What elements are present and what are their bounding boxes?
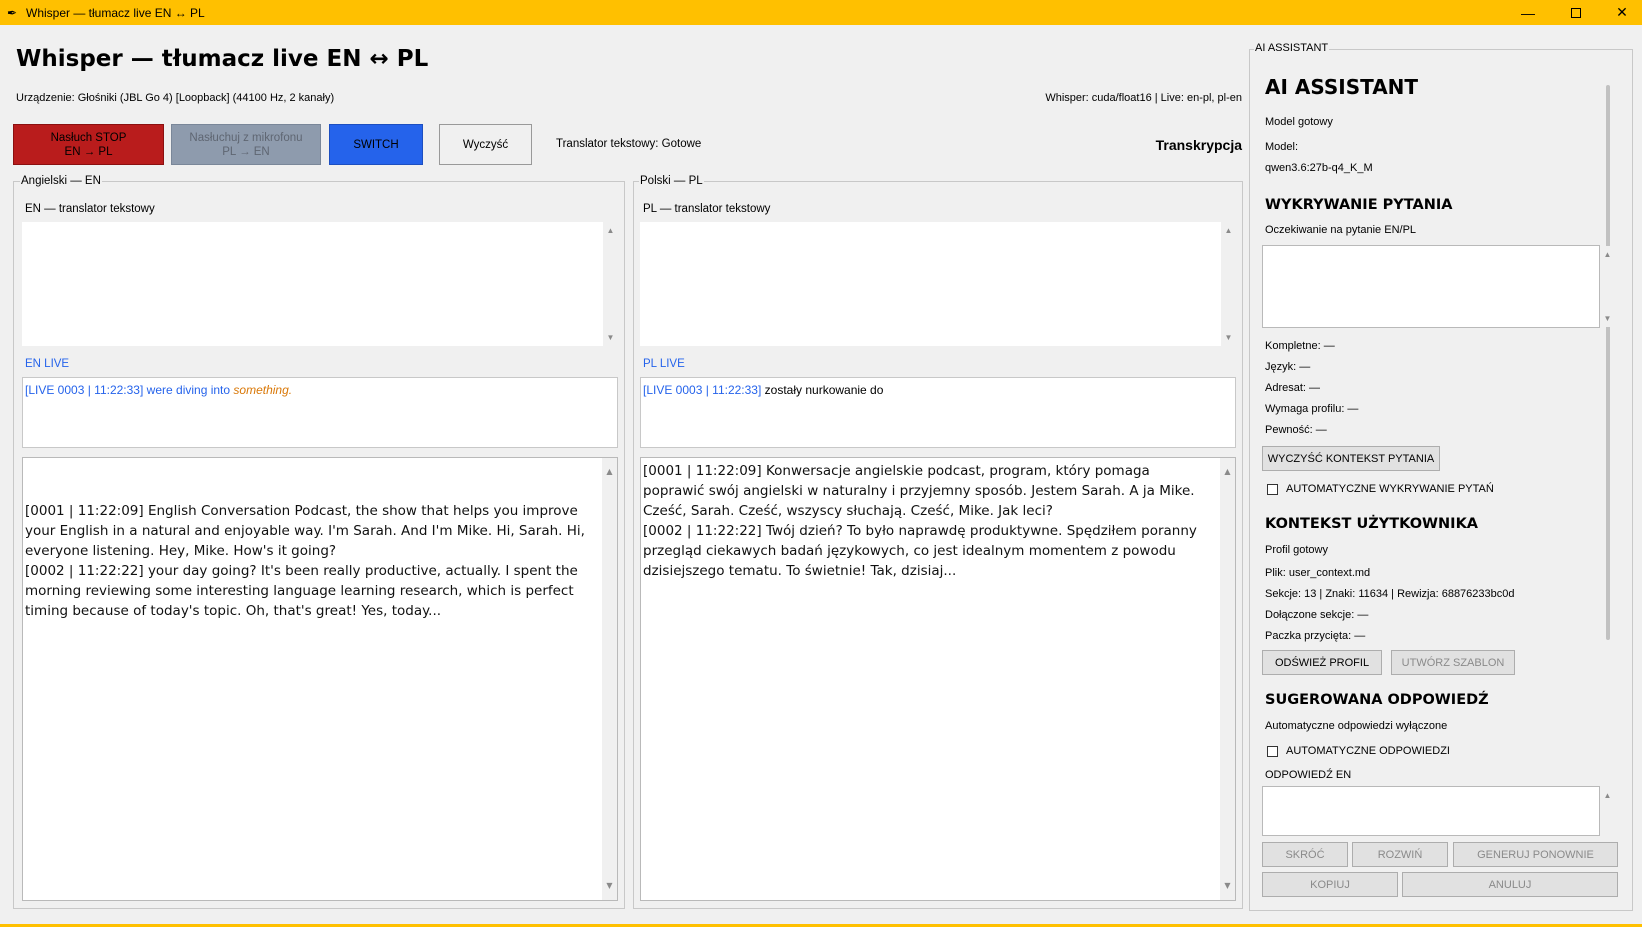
- answer-scrollbar[interactable]: ▲: [1600, 787, 1615, 835]
- answer-status: Automatyczne odpowiedzi wyłączone: [1265, 720, 1448, 732]
- expand-button[interactable]: ROZWIŃ: [1352, 842, 1448, 867]
- clear-question-context-button[interactable]: WYCZYŚĆ KONTEKST PYTANIA: [1262, 446, 1440, 471]
- ai-model-label: Model:: [1265, 141, 1299, 153]
- ai-model-name: qwen3.6:27b-q4_K_M: [1265, 162, 1373, 174]
- scroll-up-icon[interactable]: ▲: [1221, 226, 1236, 235]
- switch-button[interactable]: SWITCH: [329, 124, 423, 165]
- question-complete: Kompletne: —: [1265, 340, 1335, 352]
- page-title: Whisper — tłumacz live EN ↔ PL: [16, 46, 429, 72]
- ai-title: AI ASSISTANT: [1265, 75, 1419, 99]
- pl-live-text: zostały nurkowanie do: [764, 383, 884, 397]
- ai-frame-label: AI ASSISTANT: [1254, 42, 1330, 54]
- en-live-timestamp: [LIVE 0003 | 11:22:33]: [25, 383, 144, 397]
- pl-translator-input[interactable]: ▲ ▼: [640, 222, 1236, 346]
- minimize-icon: —: [1521, 4, 1535, 21]
- question-heading: WYKRYWANIE PYTANIA: [1265, 197, 1453, 213]
- pl-translator-scrollbar[interactable]: ▲ ▼: [1221, 222, 1236, 346]
- en-translator-label: EN — translator tekstowy: [25, 203, 155, 215]
- en-live-label: EN LIVE: [25, 358, 70, 370]
- feather-icon: ✒: [6, 5, 18, 20]
- shorten-button[interactable]: SKRÓĆ: [1262, 842, 1348, 867]
- scroll-up-icon[interactable]: ▲: [1600, 791, 1615, 800]
- translator-status: Translator tekstowy: Gotowe: [556, 138, 702, 150]
- pl-live-box[interactable]: [LIVE 0003 | 11:22:33] zostały nurkowani…: [640, 377, 1236, 448]
- pl-live-label: PL LIVE: [643, 358, 685, 370]
- pl-transcript-scrollbar[interactable]: ▲ ▼: [1220, 458, 1235, 900]
- suggested-answer-heading: SUGEROWANA ODPOWIEDŹ: [1265, 692, 1489, 708]
- window-title: Whisper — tłumacz live EN ↔ PL: [26, 5, 205, 20]
- en-live-text: were diving into: [146, 383, 231, 397]
- pl-translator-label: PL — translator tekstowy: [643, 203, 771, 215]
- ai-panel-scrollbar[interactable]: [1606, 85, 1610, 640]
- scroll-up-icon[interactable]: ▲: [1600, 250, 1615, 259]
- listen-microphone-line1: Nasłuchuj z mikrofonu: [189, 131, 303, 144]
- english-group-label: Angielski — EN: [20, 175, 102, 187]
- auto-detect-label: AUTOMATYCZNE WYKRYWANIE PYTAŃ: [1286, 483, 1494, 495]
- scroll-down-icon[interactable]: ▼: [602, 876, 617, 896]
- auto-answer-checkbox-row[interactable]: AUTOMATYCZNE ODPOWIEDZI: [1267, 745, 1450, 757]
- copy-button[interactable]: KOPIUJ: [1262, 872, 1398, 897]
- pl-transcript-text: [0001 | 11:22:09] Konwersacje angielskie…: [643, 463, 1197, 579]
- en-transcript[interactable]: [0001 | 11:22:09] English Conversation P…: [22, 457, 618, 901]
- auto-answer-label: AUTOMATYCZNE ODPOWIEDZI: [1286, 745, 1450, 757]
- transcription-label: Transkrypcja: [1155, 137, 1242, 153]
- listen-stop-button[interactable]: Nasłuch STOP EN → PL: [13, 124, 164, 165]
- listen-microphone-line2: PL → EN: [222, 145, 270, 158]
- question-textbox[interactable]: ▲ ▼: [1262, 245, 1615, 328]
- profile-stats: Sekcje: 13 | Znaki: 11634 | Rewizja: 688…: [1265, 588, 1515, 600]
- maximize-button[interactable]: [1553, 0, 1599, 25]
- auto-detect-checkbox-row[interactable]: AUTOMATYCZNE WYKRYWANIE PYTAŃ: [1267, 483, 1494, 495]
- regenerate-button[interactable]: GENERUJ PONOWNIE: [1453, 842, 1618, 867]
- listen-stop-line2: EN → PL: [64, 145, 113, 158]
- pl-live-timestamp: [LIVE 0003 | 11:22:33]: [643, 383, 762, 397]
- question-language: Język: —: [1265, 361, 1311, 373]
- auto-answer-checkbox[interactable]: [1267, 745, 1278, 757]
- question-scrollbar[interactable]: ▲ ▼: [1600, 246, 1615, 327]
- scroll-up-icon[interactable]: ▲: [602, 462, 617, 482]
- question-status: Oczekiwanie na pytanie EN/PL: [1265, 224, 1417, 236]
- close-button[interactable]: ✕: [1599, 0, 1642, 25]
- polish-group-label: Polski — PL: [639, 175, 704, 187]
- cancel-button[interactable]: ANULUJ: [1402, 872, 1618, 897]
- whisper-info: Whisper: cuda/float16 | Live: en-pl, pl-…: [1045, 92, 1242, 104]
- en-translator-scrollbar[interactable]: ▲ ▼: [603, 222, 618, 346]
- en-live-box[interactable]: [LIVE 0003 | 11:22:33] were diving into …: [22, 377, 618, 448]
- maximize-icon: [1571, 7, 1581, 18]
- en-transcript-text: [0001 | 11:22:09] English Conversation P…: [25, 503, 585, 619]
- en-transcript-scrollbar[interactable]: ▲ ▼: [602, 458, 617, 900]
- scroll-down-icon[interactable]: ▼: [1600, 314, 1615, 323]
- question-addressee: Adresat: —: [1265, 382, 1321, 394]
- clear-button[interactable]: Wyczyść: [439, 124, 532, 165]
- scroll-up-icon[interactable]: ▲: [603, 226, 618, 235]
- auto-detect-checkbox[interactable]: [1267, 483, 1278, 495]
- profile-status: Profil gotowy: [1265, 544, 1328, 556]
- question-needs-profile: Wymaga profilu: —: [1265, 403, 1359, 415]
- listen-stop-line1: Nasłuch STOP: [50, 131, 127, 144]
- scroll-up-icon[interactable]: ▲: [1220, 462, 1235, 482]
- en-translator-input[interactable]: ▲ ▼: [22, 222, 618, 346]
- ai-model-status: Model gotowy: [1265, 116, 1333, 128]
- window-titlebar[interactable]: ✒ Whisper — tłumacz live EN ↔ PL: [0, 0, 1642, 25]
- minimize-button[interactable]: —: [1505, 0, 1551, 25]
- scroll-down-icon[interactable]: ▼: [1220, 876, 1235, 896]
- attached-sections: Dołączone sekcje: —: [1265, 609, 1369, 621]
- create-template-button[interactable]: UTWÓRZ SZABLON: [1391, 650, 1515, 675]
- profile-file: Plik: user_context.md: [1265, 567, 1371, 579]
- close-icon: ✕: [1616, 4, 1628, 20]
- question-confidence: Pewność: —: [1265, 424, 1327, 436]
- ai-assistant-panel: [1249, 49, 1633, 911]
- answer-en-label: ODPOWIEDŹ EN: [1265, 769, 1352, 781]
- listen-microphone-button[interactable]: Nasłuchuj z mikrofonu PL → EN: [171, 124, 321, 165]
- answer-en-textbox[interactable]: ▲: [1262, 786, 1615, 836]
- scroll-down-icon[interactable]: ▼: [603, 333, 618, 342]
- pl-transcript[interactable]: [0001 | 11:22:09] Konwersacje angielskie…: [640, 457, 1236, 901]
- refresh-profile-button[interactable]: ODŚWIEŻ PROFIL: [1262, 650, 1382, 675]
- user-context-heading: KONTEKST UŻYTKOWNIKA: [1265, 516, 1479, 532]
- scroll-down-icon[interactable]: ▼: [1221, 333, 1236, 342]
- trimmed-pack: Paczka przycięta: —: [1265, 630, 1366, 642]
- device-info: Urządzenie: Głośniki (JBL Go 4) [Loopbac…: [16, 92, 335, 104]
- en-live-pending: something.: [233, 383, 293, 397]
